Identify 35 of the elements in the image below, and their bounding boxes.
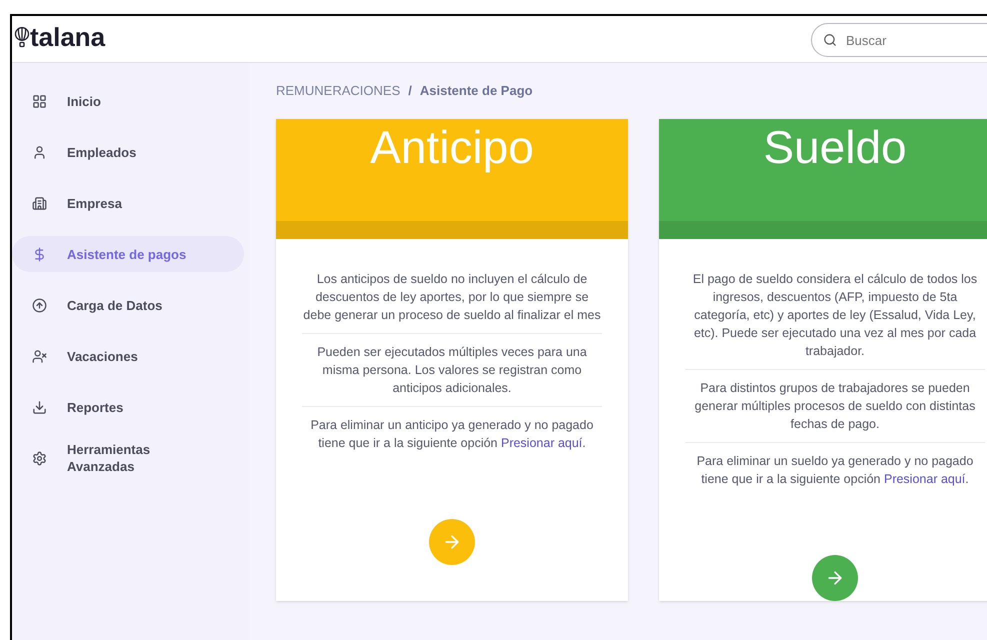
description-text: Para eliminar un anticipo ya generado y no pagado tiene que ir a la siguiente opción Presionar aquí. [310,417,594,452]
sidebar-item[interactable]: Herramientas Avanzadas [12,440,244,476]
card-title: Anticipo [370,120,534,175]
description-text: Los anticipos de sueldo no incluyen el cálculo de descuentos de ley aportes, por lo que siempre se debe generar un proceso de sueldo al finalizar el mes [302,271,602,324]
sidebar-item[interactable]: Empresa [12,185,244,221]
search-icon [823,33,837,47]
sidebar-item[interactable]: Empleados [12,134,244,170]
next-button[interactable] [812,555,858,601]
grid-icon [32,94,47,108]
sidebar-item[interactable]: Asistente de pagos [12,236,244,272]
next-button[interactable] [429,519,475,565]
dollar-icon [32,246,47,262]
search-field[interactable]: Buscar [811,23,987,57]
user-icon [32,144,47,160]
breadcrumb-section[interactable]: REMUNERACIONES [276,81,400,101]
settings-icon [32,450,47,466]
sidebar-item[interactable]: Vacaciones [12,338,244,374]
sidebar-item[interactable]: Carga de Datos [12,287,244,323]
logo-text: talana [30,21,106,53]
press-here-link[interactable]: Presionar aquí [884,472,966,486]
description-text: Para distintos grupos de trabajadores se pueden generar múltiples procesos de sueldo con distintas fechas de pago. [694,380,976,433]
description-text: El pago de sueldo considera el cálculo de todos los ingresos, descuentos (AFP, impuesto de 5ta categoría, etc) y aportes de ley (Essalud, Vida Ley, etc). Puede ser ejecutado una vez al mes por cada trabajador. [692,271,978,360]
person-crossed-icon [32,348,47,364]
breadcrumb-separator: / [408,82,412,100]
description-text: Para eliminar un sueldo ya generado y no pagado tiene que ir a la siguiente opción Presionar aquí. [696,453,974,488]
balloon-icon [14,27,30,49]
breadcrumb-current: Asistente de Pago [420,82,533,100]
sidebar-item[interactable]: Reportes [12,389,244,425]
upload-icon [32,298,47,312]
press-here-link[interactable]: Presionar aquí [500,436,582,450]
description-text: Pueden ser ejecutados múltiples veces para una misma persona. Los valores se registran como anticipos adicionales. [316,344,588,397]
card-title: Sueldo [763,120,907,175]
building-icon [32,196,47,210]
sidebar-item[interactable]: Inicio [12,83,244,119]
download-icon [32,400,47,414]
